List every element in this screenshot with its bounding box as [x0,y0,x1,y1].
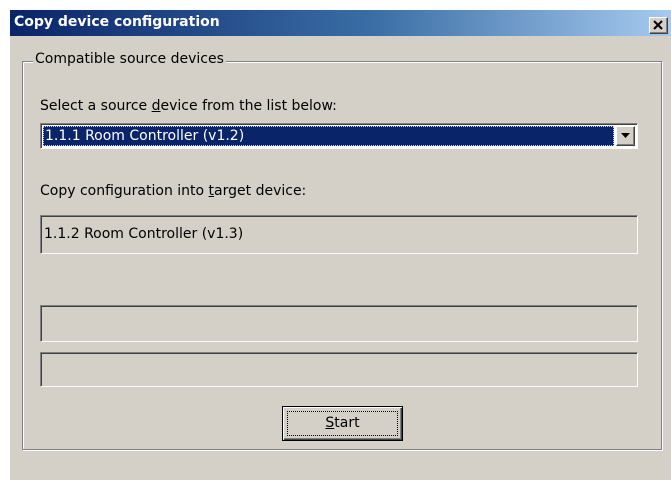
start-button-accelerator: S [325,415,335,431]
start-button-label: tart [334,415,360,431]
source-label-part: evice from the list below: [160,98,337,114]
target-device-field: 1.1.2 Room Controller (v1.3) [40,215,638,254]
source-label-part: Select a source [40,98,152,114]
source-label-accelerator: d [151,98,161,114]
title-bar[interactable]: Copy device configuration [10,10,671,36]
status-field-2 [40,352,638,387]
source-device-selected-value[interactable]: 1.1.1 Room Controller (v1.2) [43,126,614,146]
groupbox-legend: Compatible source devices [33,51,226,67]
close-button[interactable] [649,17,668,34]
window-title: Copy device configuration [14,14,220,30]
close-icon [653,20,663,30]
source-device-label: Select a source device from the list bel… [40,98,337,114]
compatible-devices-groupbox [22,61,662,450]
status-field-1 [40,305,638,342]
source-device-select[interactable]: 1.1.1 Room Controller (v1.2) [40,123,638,149]
source-device-dropdown-button[interactable] [616,126,635,146]
target-label-part: Copy configuration into [40,183,209,199]
chevron-down-icon [621,133,630,138]
target-device-label: Copy configuration into target device: [40,183,306,199]
start-button[interactable]: Start [282,406,403,441]
target-label-part: arget device: [214,183,307,199]
